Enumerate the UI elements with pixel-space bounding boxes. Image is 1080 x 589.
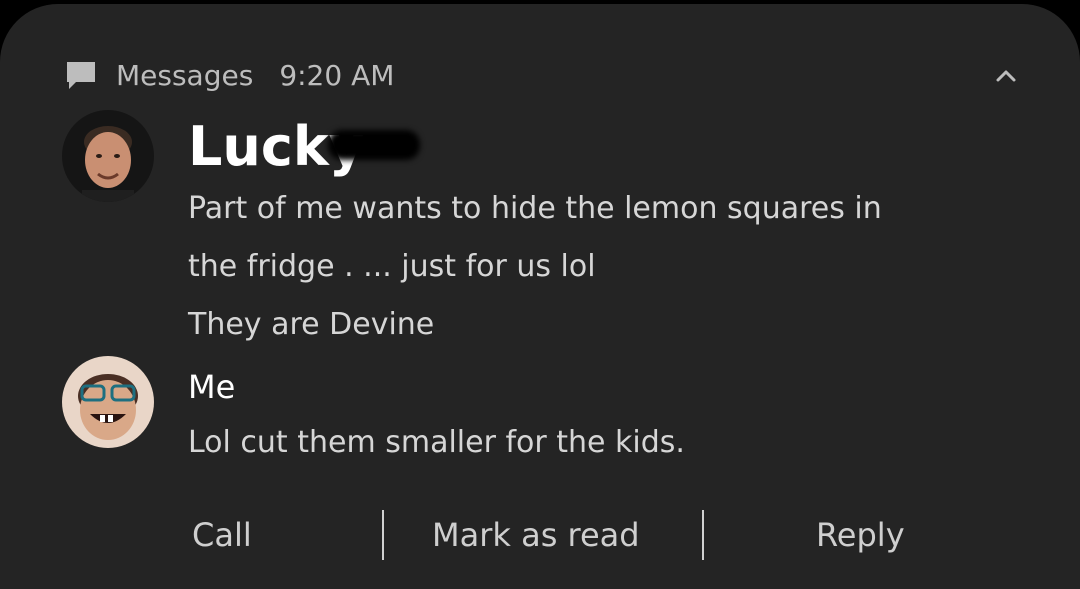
message-line: Lol cut them smaller for the kids. xyxy=(188,425,685,460)
mark-as-read-button[interactable]: Mark as read xyxy=(432,500,640,570)
action-bar: Call Mark as read Reply xyxy=(0,500,1080,570)
avatar xyxy=(62,110,154,202)
call-button[interactable]: Call xyxy=(192,500,252,570)
divider xyxy=(702,510,704,560)
message-group-me: Me Lol cut them smaller for the kids. xyxy=(62,356,1022,476)
chat-bubble-icon xyxy=(64,59,98,93)
reply-button[interactable]: Reply xyxy=(816,500,905,570)
avatar xyxy=(62,356,154,448)
sender-name: Me xyxy=(188,368,236,406)
message-line: They are Devine xyxy=(188,307,435,342)
message-group-lucky: Lucky Part of me wants to hide the lemon… xyxy=(62,110,1022,360)
message-line: the fridge . ... just for us lol xyxy=(188,249,596,284)
redaction-mark xyxy=(328,130,420,160)
notification-header: Messages 9:20 AM xyxy=(64,56,394,96)
app-name: Messages xyxy=(116,59,254,92)
message-notification[interactable]: Messages 9:20 AM Lucky Part of me wants … xyxy=(0,4,1080,589)
chevron-up-icon xyxy=(996,70,1016,82)
message-line: Part of me wants to hide the lemon squar… xyxy=(188,191,882,226)
collapse-button[interactable] xyxy=(990,60,1022,92)
notification-time: 9:20 AM xyxy=(279,59,395,92)
divider xyxy=(382,510,384,560)
